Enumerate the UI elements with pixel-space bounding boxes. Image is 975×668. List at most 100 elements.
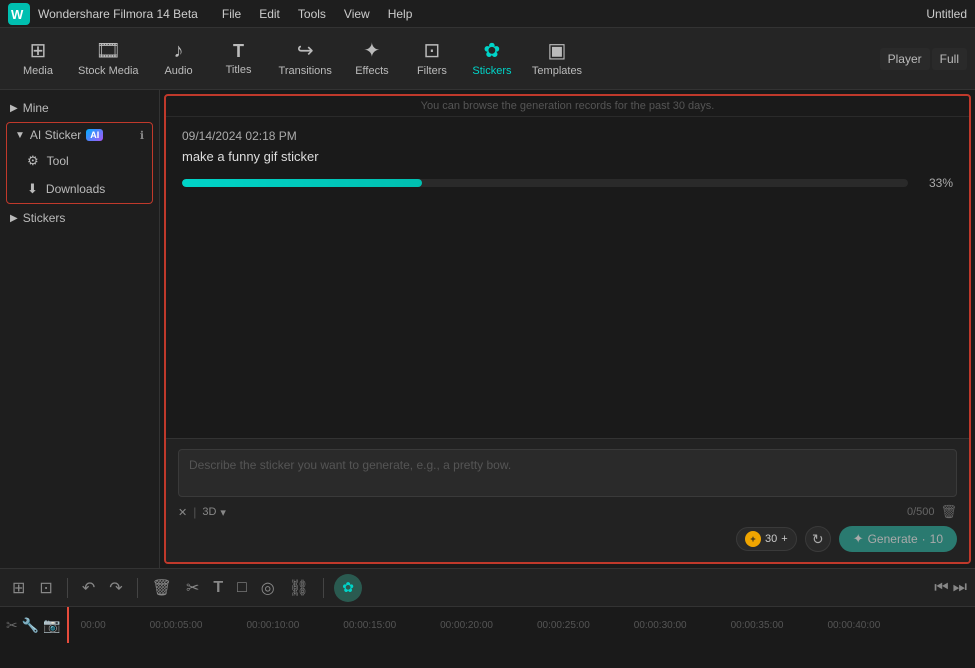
tl-btn-rotate[interactable]: ◎ [257,576,279,600]
toolbar-transitions-label: Transitions [279,65,332,77]
menu-view[interactable]: View [336,5,378,23]
tab-full[interactable]: Full [932,48,967,70]
playback-prev[interactable]: ⏮ [934,579,948,597]
app-title: Wondershare Filmora 14 Beta [38,7,198,21]
toolbar-filters[interactable]: ⊡ Filters [402,32,462,86]
trash-icon[interactable]: 🗑 [940,504,957,520]
toolbar-titles[interactable]: T Titles [209,32,269,86]
tl-btn-delete[interactable]: 🗑 [148,576,176,600]
tl-separator-1 [67,578,68,598]
credit-count: 30 [765,533,777,545]
progress-bar-fill [182,179,422,187]
toolbar-audio[interactable]: ♪ Audio [149,32,209,86]
time-15: 00:00:15:00 [343,620,396,631]
record-prompt: make a funny gif sticker [182,149,953,164]
templates-icon: ▣ [548,41,567,61]
stock-media-icon: 🎞 [96,41,121,61]
transitions-icon: ↪ [297,41,314,61]
chevron-down-icon: ▼ [15,130,25,141]
tl-btn-cut[interactable]: ✂ [182,576,203,600]
ai-sticker-label: AI Sticker [30,128,81,142]
svg-text:W: W [11,7,24,22]
toolbar-effects-label: Effects [355,65,388,77]
main-panel: You can browse the generation records fo… [164,94,971,564]
menu-tools[interactable]: Tools [290,5,334,23]
toolbar-media-label: Media [23,65,53,77]
progress-container: 33% [182,176,953,190]
menu-help[interactable]: Help [380,5,421,23]
timeline: ⊞ ⊡ ↶ ↷ 🗑 ✂ T □ ◎ ⛓ ✿ ⏮ ⏭ ✂ 🔧 📷 00:00 00… [0,568,975,668]
toolbar-transitions[interactable]: ↪ Transitions [269,32,342,86]
style-arrow-icon: ▾ [220,506,226,519]
tl-btn-multitrack[interactable]: ⊞ [8,576,29,600]
stickers-label: Stickers [23,211,66,225]
tl-btn-undo[interactable]: ↶ [78,576,99,600]
toolbar-effects[interactable]: ✦ Effects [342,32,402,86]
track-icon-camera[interactable]: 📷 [43,617,60,634]
tl-separator-3 [323,578,324,598]
time-20: 00:00:20:00 [440,620,493,631]
time-35: 00:00:35:00 [731,620,784,631]
progress-percentage: 33% [918,176,953,190]
time-00: 00:00 [81,620,106,631]
sidebar-item-downloads[interactable]: ⬇ Downloads [7,175,152,203]
style-x: ✕ [178,506,187,519]
sidebar-item-stickers[interactable]: ▶ Stickers [0,206,159,230]
ai-sticker-section: ▼ AI Sticker AI ℹ ⚙ Tool ⬇ Downloads [6,122,153,204]
credit-button[interactable]: + 30 + [736,527,797,551]
refresh-icon: ↻ [812,531,824,548]
toolbar-filters-label: Filters [417,65,447,77]
track-icon-magnet[interactable]: 🔧 [22,617,39,634]
effects-icon: ✦ [364,41,381,61]
ai-badge: AI [86,129,103,141]
sidebar-group-mine: ▶ Mine [0,96,159,120]
menu-file[interactable]: File [214,5,249,23]
sidebar-item-mine[interactable]: ▶ Mine [0,96,159,120]
tl-btn-link[interactable]: ⛓ [285,576,313,600]
toolbar-stickers[interactable]: ✿ Stickers [462,32,522,86]
tl-btn-redo[interactable]: ↷ [105,576,126,600]
mine-label: Mine [23,101,49,115]
style-x-icon: ✕ [178,506,187,519]
sidebar-item-tool[interactable]: ⚙ Tool [7,147,152,175]
toolbar-media[interactable]: ⊞ Media [8,32,68,86]
menu-items: File Edit Tools View Help [214,5,421,23]
tl-btn-select[interactable]: ⊡ [35,576,56,600]
credit-icon: + [745,531,761,547]
track-icons: ✂ 🔧 📷 [6,617,61,634]
tab-player[interactable]: Player [880,48,930,70]
playback-controls: ⏮ ⏭ [934,579,967,597]
input-area: ✕ | 3D ▾ 0/500 🗑 + 30 + ↻ [166,438,969,562]
playhead [67,607,69,643]
track-icon-scissors[interactable]: ✂ [6,617,18,634]
sidebar-group-stickers: ▶ Stickers [0,206,159,230]
stickers-icon: ✿ [484,41,501,61]
credit-plus: + [781,533,787,545]
generate-count-val: 10 [930,532,943,546]
time-05: 00:00:05:00 [150,620,203,631]
generate-count: · [922,532,926,546]
generation-record: 09/14/2024 02:18 PM make a funny gif sti… [166,117,969,438]
info-icon[interactable]: ℹ [140,129,144,142]
sticker-prompt-input[interactable] [178,449,957,497]
downloads-label: Downloads [46,182,105,196]
toolbar-templates-label: Templates [532,65,582,77]
generate-label: Generate [868,532,918,546]
tool-icon: ⚙ [27,153,39,169]
panel-notice: You can browse the generation records fo… [166,96,969,117]
generate-button[interactable]: ✦ Generate · 10 [839,526,957,552]
timeline-toolbar: ⊞ ⊡ ↶ ↷ 🗑 ✂ T □ ◎ ⛓ ✿ ⏮ ⏭ [0,569,975,607]
sidebar-item-ai-sticker[interactable]: ▼ AI Sticker AI ℹ [7,123,152,147]
toolbar-templates[interactable]: ▣ Templates [522,32,592,86]
menu-edit[interactable]: Edit [251,5,288,23]
filters-icon: ⊡ [424,41,441,61]
style-3d[interactable]: 3D ▾ [202,506,226,519]
tl-btn-text[interactable]: T [209,577,227,599]
playback-next[interactable]: ⏭ [953,579,967,597]
window-title: Untitled [926,7,967,21]
toolbar-stock-media[interactable]: 🎞 Stock Media [68,32,149,86]
ai-tools-icon[interactable]: ✿ [334,574,362,602]
tl-btn-crop[interactable]: □ [233,577,251,599]
refresh-button[interactable]: ↻ [805,526,831,552]
record-timestamp: 09/14/2024 02:18 PM [182,129,953,143]
